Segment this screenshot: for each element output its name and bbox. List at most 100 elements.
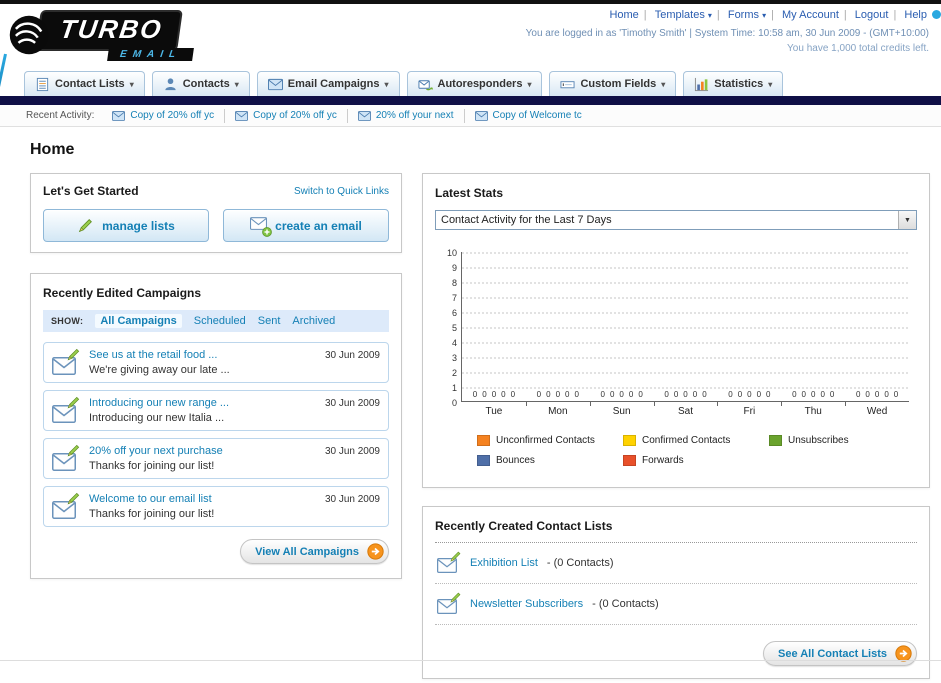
get-started-title: Let's Get Started [43, 184, 139, 198]
filter-scheduled[interactable]: Scheduled [194, 315, 246, 327]
chevron-down-icon: ▾ [527, 79, 532, 89]
arrow-circle-icon [367, 543, 384, 560]
session-info: You are logged in as 'Timothy Smith' | S… [525, 28, 929, 39]
chart-x-label: Thu [781, 402, 845, 417]
tab-statistics[interactable]: Statistics ▾ [683, 71, 784, 96]
filter-all-campaigns[interactable]: All Campaigns [95, 314, 182, 328]
recent-activity-item[interactable]: 20% off your next [348, 108, 465, 123]
recent-activity-item[interactable]: Copy of 20% off yc [225, 108, 348, 123]
chart-y-tick: 1 [451, 383, 457, 393]
contact-list-link[interactable]: Newsletter Subscribers [470, 598, 583, 610]
chart-y-tick: 4 [451, 338, 457, 348]
link-separator: | [716, 9, 720, 21]
chart-day-group: 00000 [845, 390, 909, 399]
top-link-templates[interactable]: Templates ▾ [655, 9, 712, 21]
tab-contact-lists[interactable]: Contact Lists ▾ [24, 71, 145, 96]
top-link-home[interactable]: Home [609, 9, 638, 21]
chevron-down-icon: ▾ [384, 79, 389, 89]
get-started-panel: Let's Get Started Switch to Quick Links … [30, 173, 402, 253]
chart-y-tick: 7 [451, 293, 457, 303]
campaign-row[interactable]: Introducing our new range ... Introducin… [43, 390, 389, 431]
contact-lists-icon [35, 77, 50, 92]
filter-archived[interactable]: Archived [292, 315, 335, 327]
top-link-logout[interactable]: Logout [855, 9, 889, 21]
tab-label: Statistics [714, 78, 764, 90]
chart-value-label: 0 [501, 390, 506, 399]
top-link-help[interactable]: Help [904, 9, 927, 21]
chart-value-label: 0 [756, 390, 762, 399]
tab-email-campaigns[interactable]: Email Campaigns ▾ [256, 71, 400, 96]
create-an-email-button[interactable]: create an email [223, 209, 389, 242]
chart-x-label: Sun [589, 402, 654, 417]
manage-lists-button[interactable]: manage lists [43, 209, 209, 242]
campaign-date: 30 Jun 2009 [324, 350, 380, 361]
tab-autoresponders[interactable]: Autoresponders ▾ [406, 71, 543, 96]
chart-y-tick: 0 [451, 398, 457, 408]
legend-item: Confirmed Contacts [623, 435, 769, 446]
logo-text-primary: TURBO [58, 14, 165, 44]
chart-value-label: 0 [482, 390, 487, 399]
campaign-title-link[interactable]: 20% off your next purchase [89, 445, 223, 457]
header-right: Home | Templates ▾ | Forms ▾ | My Account | … [526, 9, 929, 54]
campaign-title-link[interactable]: Introducing our new range ... [89, 397, 229, 409]
chart-value-label: 0 [874, 390, 880, 399]
custom-fields-icon [560, 77, 575, 92]
logo-wordmark: TURBO [35, 10, 184, 51]
switch-to-quick-links-link[interactable]: Switch to Quick Links [294, 186, 389, 197]
envelope-icon [235, 111, 248, 121]
campaign-row[interactable]: See us at the retail food ... We're givi… [43, 342, 389, 383]
chart-y-tick: 3 [451, 353, 457, 363]
campaign-row[interactable]: 20% off your next purchase Thanks for jo… [43, 438, 389, 479]
view-all-campaigns-button[interactable]: View All Campaigns [240, 539, 389, 564]
campaign-title-link[interactable]: Welcome to our email list [89, 493, 214, 505]
chart-day-group: 00000 [654, 390, 718, 399]
top-link-my-account[interactable]: My Account [782, 9, 839, 21]
chart-value-label: 0 [737, 390, 743, 399]
chevron-down-icon: ▾ [234, 79, 239, 89]
chart-y-axis: 10 9 8 7 6 5 4 3 2 1 0 [439, 249, 461, 408]
recent-activity-text: 20% off your next [375, 110, 454, 121]
envelope-icon [112, 111, 125, 121]
recent-activity-item[interactable]: Copy of 20% off yc [102, 108, 226, 123]
tab-contacts[interactable]: Contacts ▾ [151, 71, 250, 96]
chart-value-label: 0 [865, 390, 870, 399]
chart-value-label: 0 [565, 390, 570, 399]
campaign-subtitle: Thanks for joining our list! [89, 508, 215, 520]
contact-list-link[interactable]: Exhibition List [470, 557, 538, 569]
campaign-title-link[interactable]: See us at the retail food ... [89, 349, 230, 361]
envelope-icon [475, 111, 488, 121]
campaign-subtitle: Thanks for joining our list! [89, 460, 215, 472]
chart-value-label: 0 [664, 390, 669, 399]
chart-day-group: 00000 [717, 390, 781, 399]
filter-sent[interactable]: Sent [258, 315, 281, 327]
main-content: Home Let's Get Started Switch to Quick L… [0, 127, 941, 679]
legend-item: Unsubscribes [769, 435, 915, 446]
chevron-down-icon: ▾ [762, 11, 767, 20]
contact-list-item[interactable]: Exhibition List - (0 Contacts) [435, 543, 917, 584]
chart-y-tick: 5 [451, 323, 457, 333]
edit-campaign-icon [52, 493, 80, 520]
stats-panel-title: Latest Stats [435, 186, 504, 200]
top-link-forms[interactable]: Forms ▾ [728, 9, 766, 21]
tab-label: Custom Fields [580, 78, 657, 90]
edit-campaign-icon [52, 397, 80, 424]
campaign-row[interactable]: Welcome to our email list Thanks for joi… [43, 486, 389, 527]
see-all-contact-lists-label: See All Contact Lists [777, 647, 887, 660]
recent-activity-item[interactable]: Copy of Welcome tc [465, 109, 592, 123]
see-all-contact-lists-button[interactable]: See All Contact Lists [762, 641, 917, 666]
contact-list-item[interactable]: Newsletter Subscribers - (0 Contacts) [435, 584, 917, 625]
edit-campaign-icon [52, 349, 80, 376]
chevron-down-icon: ▼ [898, 211, 916, 229]
tab-custom-fields[interactable]: Custom Fields ▾ [549, 71, 677, 96]
link-separator: | [843, 9, 847, 21]
chart-plot-area: 00000000000000000000000000000000000 [461, 252, 909, 402]
chart-y-tick: 2 [451, 368, 457, 378]
header: TURBO EMAIL Home | Templates ▾ | Forms ▾ | … [0, 4, 941, 110]
top-nav: Home | Templates ▾ | Forms ▾ | My Account | … [526, 9, 929, 21]
chart-value-label: 0 [472, 390, 478, 399]
campaign-date: 30 Jun 2009 [324, 446, 380, 457]
logo-text-secondary: EMAIL [119, 49, 182, 60]
legend-swatch [769, 435, 782, 446]
tab-label: Contacts [182, 78, 230, 90]
stats-period-select[interactable]: Contact Activity for the Last 7 Days ▼ [435, 210, 917, 230]
